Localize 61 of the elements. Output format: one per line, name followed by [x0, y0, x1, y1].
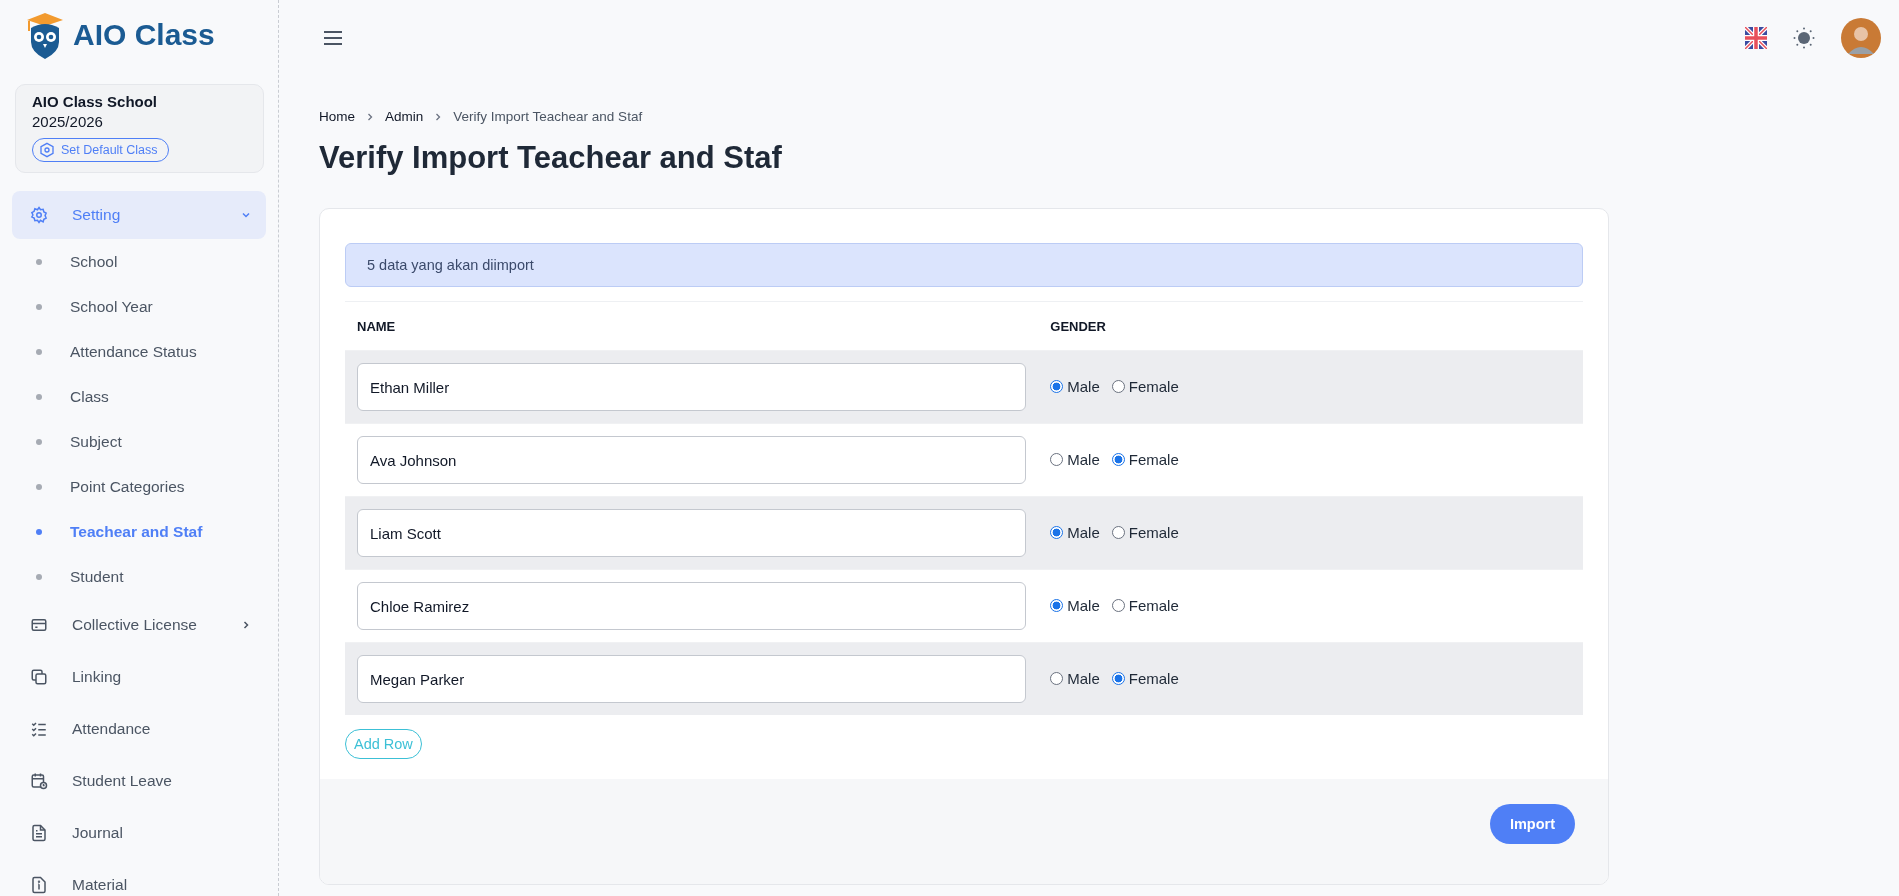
sidebar-item[interactable]: Linking: [12, 651, 266, 703]
document-icon: [30, 824, 48, 842]
submenu-item[interactable]: Point Categories: [0, 464, 278, 509]
breadcrumb-link[interactable]: Admin: [385, 109, 424, 124]
info-alert: 5 data yang akan diimport: [345, 243, 1583, 287]
radio-button[interactable]: [1111, 598, 1125, 612]
breadcrumb-current: Verify Import Teachear and Staf: [453, 109, 643, 124]
name-input[interactable]: Ethan Miller: [357, 363, 1027, 411]
radio-button[interactable]: [1111, 525, 1125, 539]
radio-button[interactable]: [1111, 671, 1125, 685]
radio-label: Female: [1128, 377, 1179, 395]
copy-icon: [30, 668, 48, 686]
radio-button[interactable]: [1050, 452, 1064, 466]
sidebar-item[interactable]: Student Leave: [12, 755, 266, 807]
radio-label: Male: [1067, 596, 1100, 614]
radio-button[interactable]: [1050, 525, 1064, 539]
breadcrumb-link[interactable]: Home: [319, 109, 355, 124]
submenu-item[interactable]: Subject: [0, 419, 278, 464]
radio-label: Male: [1067, 669, 1100, 687]
name-input[interactable]: Megan Parker: [357, 655, 1027, 703]
sidebar-item[interactable]: Material: [12, 859, 266, 896]
avatar-icon[interactable]: [1841, 17, 1881, 58]
radio-label: Male: [1067, 450, 1100, 468]
submenu-item[interactable]: Class: [0, 374, 278, 419]
submenu-item[interactable]: Student: [0, 554, 278, 599]
chevron-right-icon: [365, 111, 375, 122]
radio-label: Male: [1067, 523, 1100, 541]
submenu-item[interactable]: Teachear and Staf: [0, 509, 278, 554]
radio-button[interactable]: [1050, 598, 1064, 612]
radio-button[interactable]: [1111, 379, 1125, 393]
flag-icon[interactable]: [1745, 26, 1767, 49]
checklist-icon: [30, 720, 48, 738]
submenu-item[interactable]: Attendance Status: [0, 329, 278, 374]
name-input[interactable]: Ava Johnson: [357, 436, 1027, 484]
submenu-item[interactable]: School Year: [0, 284, 278, 329]
import-button[interactable]: Import: [1489, 804, 1575, 844]
radio-button[interactable]: [1111, 452, 1125, 466]
menu-icon[interactable]: [323, 29, 343, 46]
sidebar-item[interactable]: Collective License: [12, 599, 266, 651]
submenu-item[interactable]: School: [0, 239, 278, 284]
gear-icon: [30, 206, 48, 224]
radio-label: Male: [1067, 377, 1100, 395]
card-icon: [30, 616, 48, 634]
radio-label: Female: [1128, 523, 1179, 541]
document-icon: [30, 876, 48, 894]
logo-text: AIO Class: [73, 18, 215, 52]
sun-icon[interactable]: [1793, 26, 1815, 49]
school-year: 2025/2026: [32, 113, 104, 130]
radio-button[interactable]: [1050, 671, 1064, 685]
hexagon-icon: [39, 142, 55, 158]
radio-label: Female: [1128, 596, 1179, 614]
sidebar-item[interactable]: Attendance: [12, 703, 266, 755]
name-input[interactable]: Chloe Ramirez: [357, 582, 1027, 630]
page-title: Verify Import Teachear and Staf: [319, 140, 783, 176]
radio-label: Female: [1128, 450, 1179, 468]
radio-label: Female: [1128, 669, 1179, 687]
radio-button[interactable]: [1050, 379, 1064, 393]
name-input[interactable]: Liam Scott: [357, 509, 1027, 557]
school-name: AIO Class School: [32, 93, 159, 110]
calendar-icon: [30, 772, 48, 790]
sidebar-item[interactable]: Journal: [12, 807, 266, 859]
